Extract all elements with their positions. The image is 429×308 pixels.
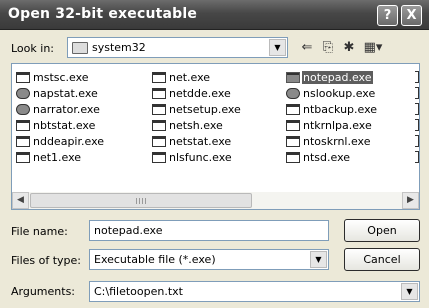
- file-item[interactable]: mstsc.exe: [16, 70, 90, 84]
- debugger-icon: [286, 151, 300, 163]
- file-item[interactable]: netsetup.exe: [152, 102, 242, 116]
- cancel-button[interactable]: Cancel: [344, 248, 420, 271]
- console-icon: [152, 151, 166, 163]
- folder-icon: [72, 42, 88, 54]
- console-icon: [16, 119, 30, 131]
- notepad-icon: [286, 71, 300, 83]
- chevron-down-icon[interactable]: ▼: [269, 39, 286, 56]
- scroll-left-icon[interactable]: ◀: [12, 192, 29, 209]
- file-item-truncated[interactable]: [415, 103, 419, 115]
- file-type-dropdown[interactable]: Executable file (*.exe) ▼: [89, 249, 329, 270]
- console-icon: [152, 119, 166, 131]
- backup-icon: [286, 103, 300, 115]
- file-item[interactable]: netsh.exe: [152, 118, 224, 132]
- back-arrow-icon[interactable]: ⇐: [297, 38, 317, 57]
- file-item[interactable]: nlsfunc.exe: [152, 150, 233, 164]
- view-menu-icon[interactable]: ▦▾: [360, 38, 386, 57]
- console-icon: [16, 151, 30, 163]
- new-folder-icon[interactable]: ✱: [339, 38, 359, 57]
- file-name-field[interactable]: notepad.exe: [89, 220, 329, 241]
- file-item[interactable]: netstat.exe: [152, 134, 232, 148]
- arguments-label: Arguments:: [11, 285, 76, 298]
- window-title: Open 32-bit executable: [8, 6, 198, 22]
- files-of-type-label: Files of type:: [11, 254, 82, 267]
- file-item[interactable]: ntsd.exe: [286, 150, 351, 164]
- narrator-icon: [16, 103, 30, 115]
- file-list[interactable]: mstsc.exe napstat.exe narrator.exe nbtst…: [11, 63, 420, 210]
- file-item[interactable]: net1.exe: [16, 150, 82, 164]
- file-name-label: File name:: [11, 225, 68, 238]
- remote-desktop-icon: [16, 71, 30, 83]
- grip-icon: [136, 198, 146, 204]
- chevron-down-icon[interactable]: ▼: [401, 283, 418, 300]
- horizontal-scrollbar[interactable]: ◀ ▶: [12, 192, 419, 209]
- chevron-down-icon[interactable]: ▼: [310, 251, 327, 268]
- network-user-icon: [286, 87, 300, 99]
- open-button[interactable]: Open: [344, 219, 420, 242]
- look-in-value: system32: [92, 41, 146, 54]
- title-bar: Open 32-bit executable ? X: [0, 0, 429, 30]
- file-item[interactable]: nslookup.exe: [286, 86, 376, 100]
- console-icon: [286, 135, 300, 147]
- file-item[interactable]: ntbackup.exe: [286, 102, 378, 116]
- file-item-truncated[interactable]: [415, 135, 419, 147]
- scroll-right-icon[interactable]: ▶: [402, 192, 419, 209]
- look-in-dropdown[interactable]: system32 ▼: [67, 37, 288, 58]
- console-icon: [16, 135, 30, 147]
- file-item-truncated[interactable]: [415, 151, 419, 163]
- look-in-label: Look in:: [11, 42, 54, 55]
- help-button[interactable]: ?: [377, 5, 398, 26]
- file-item[interactable]: netdde.exe: [152, 86, 232, 100]
- file-item[interactable]: nbtstat.exe: [16, 118, 96, 132]
- file-item[interactable]: net.exe: [152, 70, 211, 84]
- file-item[interactable]: ntoskrnl.exe: [286, 134, 371, 148]
- up-folder-icon[interactable]: ⎘: [318, 38, 338, 57]
- file-item[interactable]: napstat.exe: [16, 86, 99, 100]
- file-item[interactable]: nddeapir.exe: [16, 134, 105, 148]
- console-icon: [152, 135, 166, 147]
- console-icon: [152, 87, 166, 99]
- shield-check-icon: [16, 87, 30, 99]
- file-item-selected[interactable]: notepad.exe: [286, 70, 373, 84]
- file-item-truncated[interactable]: [415, 87, 419, 99]
- close-button[interactable]: X: [401, 5, 422, 26]
- scrollbar-thumb[interactable]: [30, 193, 252, 208]
- file-item[interactable]: narrator.exe: [16, 102, 101, 116]
- setup-icon: [152, 103, 166, 115]
- file-item-truncated[interactable]: [415, 119, 419, 131]
- console-icon: [152, 71, 166, 83]
- console-icon: [286, 119, 300, 131]
- file-item[interactable]: ntkrnlpa.exe: [286, 118, 373, 132]
- file-item-truncated[interactable]: [415, 71, 419, 83]
- arguments-field[interactable]: C:\filetoopen.txt ▼: [89, 281, 420, 302]
